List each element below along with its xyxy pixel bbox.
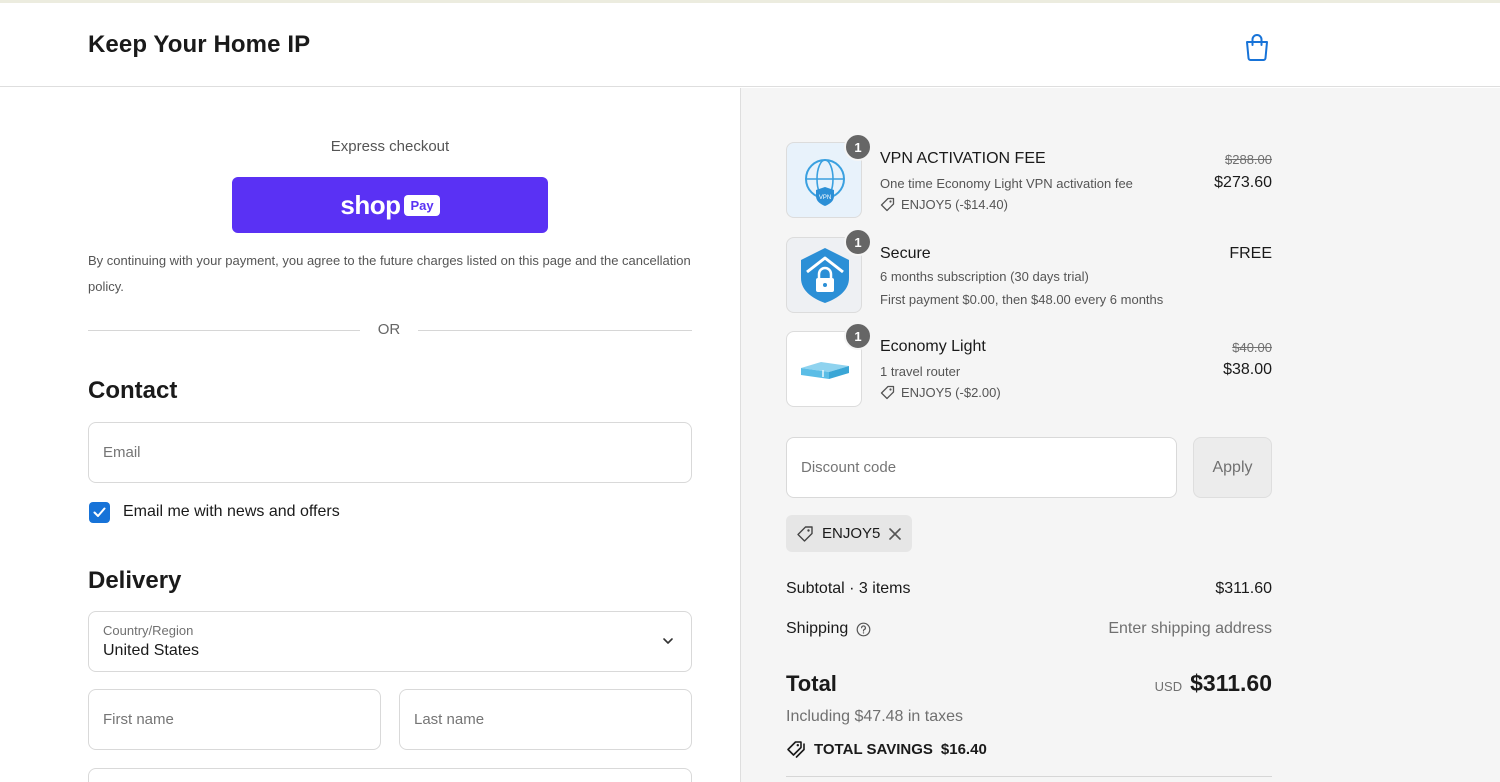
applied-discount-chip: ENJOY5 <box>786 515 913 552</box>
subtotal-label: Subtotal · 3 items <box>786 580 911 597</box>
shipping-value: Enter shipping address <box>1108 620 1272 637</box>
total-label: Total <box>786 671 837 696</box>
or-text: OR <box>377 321 401 338</box>
checkmark-icon <box>93 507 106 517</box>
tax-note: Including $47.48 in taxes <box>786 708 964 725</box>
newsletter-label[interactable]: Email me with news and offers <box>123 503 340 521</box>
quantity-badge: 1 <box>844 133 872 161</box>
shop-pay-button[interactable]: shop Pay <box>232 177 548 233</box>
country-value: United States <box>103 642 200 659</box>
apply-button[interactable]: Apply <box>1193 437 1272 498</box>
item-name: Economy Light <box>880 338 986 355</box>
shopping-bag-icon[interactable] <box>1244 33 1270 61</box>
item-price: $38.00 <box>1223 361 1272 378</box>
item-subtitle: 6 months subscription (30 days trial) <box>880 269 1089 284</box>
email-input[interactable] <box>89 423 691 482</box>
shop-pay-brand: shop <box>340 189 401 220</box>
contact-heading: Contact <box>88 377 178 404</box>
first-name-input[interactable] <box>89 690 380 749</box>
store-name[interactable]: Keep Your Home IP <box>88 31 310 59</box>
divider-line <box>88 330 360 331</box>
country-label: Country/Region <box>103 623 194 638</box>
tags-icon <box>787 741 805 758</box>
item-discount: ENJOY5 (-$14.40) <box>880 197 1008 212</box>
savings-value: $16.40 <box>940 740 987 758</box>
discount-code-input[interactable] <box>787 438 1176 497</box>
item-price: FREE <box>1229 245 1272 262</box>
shipping-row: Shipping <box>786 620 871 638</box>
tag-icon <box>880 385 895 400</box>
header: Keep Your Home IP <box>0 3 1500 87</box>
item-original-price: $40.00 <box>1232 340 1272 355</box>
tag-icon <box>797 525 813 542</box>
item-name: VPN ACTIVATION FEE <box>880 150 1046 167</box>
or-divider: OR <box>88 320 692 340</box>
tag-icon <box>880 197 895 212</box>
last-name-input[interactable] <box>400 690 691 749</box>
legal-text: By continuing with your payment, you agr… <box>88 253 691 294</box>
item-subtitle: 1 travel router <box>880 364 961 379</box>
express-checkout-label: Express checkout <box>330 138 450 155</box>
svg-text:VPN: VPN <box>819 195 831 201</box>
chevron-down-icon <box>663 638 673 644</box>
item-discount-text: ENJOY5 (-$14.40) <box>901 197 1008 212</box>
delivery-heading: Delivery <box>88 567 182 594</box>
subtotal-value: $311.60 <box>1215 580 1272 597</box>
item-discount: ENJOY5 (-$2.00) <box>880 385 1001 400</box>
item-subtitle: One time Economy Light VPN activation fe… <box>880 176 1133 191</box>
close-icon[interactable] <box>888 527 902 541</box>
total-value: $311.60 <box>1190 670 1272 696</box>
total-savings: TOTAL SAVINGS $16.40 <box>786 740 987 758</box>
country-select[interactable]: Country/Region United States <box>88 611 692 672</box>
email-field[interactable] <box>88 422 692 483</box>
shipping-label: Shipping <box>786 620 849 637</box>
divider-line <box>786 776 1272 777</box>
help-icon[interactable] <box>856 622 871 637</box>
address-field[interactable] <box>88 768 692 782</box>
total-amount: USD $311.60 <box>1155 670 1272 697</box>
first-name-field[interactable] <box>88 689 381 750</box>
item-price: $273.60 <box>1214 174 1272 191</box>
applied-discount-code: ENJOY5 <box>822 525 881 542</box>
savings-label: TOTAL SAVINGS <box>814 740 933 758</box>
item-subtitle-secondary: First payment $0.00, then $48.00 every 6… <box>880 292 1164 307</box>
divider-line <box>418 330 692 331</box>
shop-pay-badge: Pay <box>404 194 440 216</box>
quantity-badge: 1 <box>844 322 872 350</box>
quantity-badge: 1 <box>844 228 872 256</box>
item-original-price: $288.00 <box>1225 152 1272 167</box>
discount-code-field[interactable] <box>786 437 1177 498</box>
newsletter-checkbox[interactable] <box>89 502 110 523</box>
item-name: Secure <box>880 245 931 262</box>
total-currency: USD <box>1154 679 1183 694</box>
last-name-field[interactable] <box>399 689 692 750</box>
item-discount-text: ENJOY5 (-$2.00) <box>901 385 1001 400</box>
